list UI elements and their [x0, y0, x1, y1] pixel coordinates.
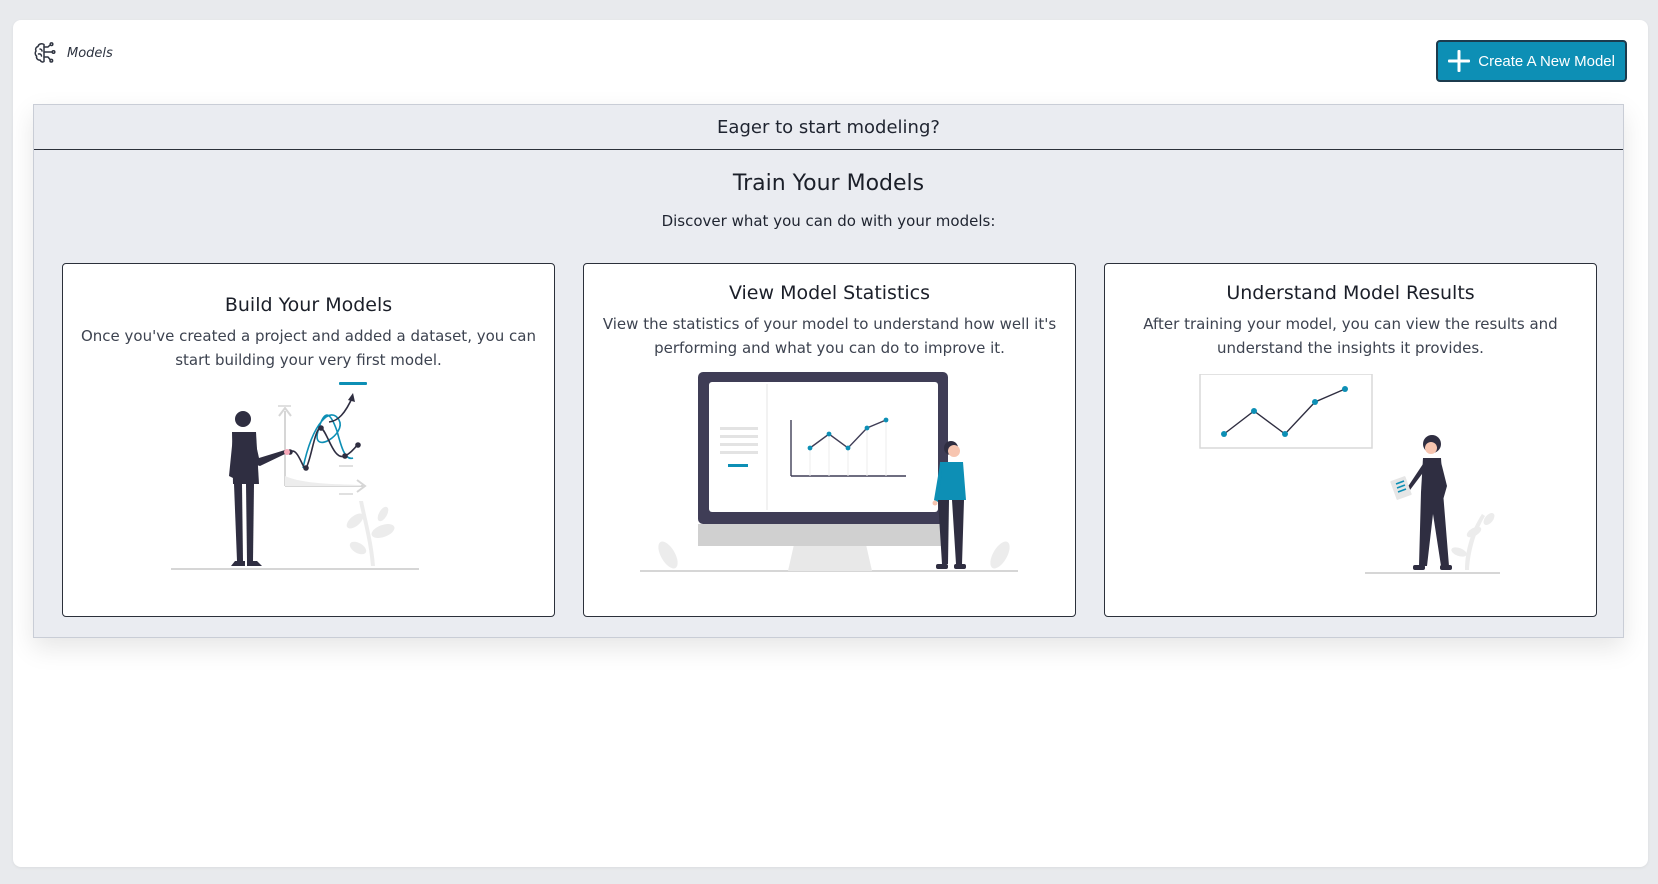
- app-frame: Models Create A New Model Eager to start…: [13, 20, 1648, 867]
- breadcrumb: Models: [33, 41, 113, 65]
- section-title: Train Your Models: [732, 171, 925, 196]
- card-title: Understand Model Results: [1226, 282, 1475, 304]
- section-subtitle: Discover what you can do with your model…: [661, 212, 996, 230]
- getting-started-panel: Eager to start modeling? Train Your Mode…: [33, 104, 1624, 638]
- create-model-label: Create A New Model: [1478, 52, 1615, 70]
- page-header: Models Create A New Model: [13, 20, 1648, 100]
- card-model-statistics: View Model Statistics View the statistic…: [583, 263, 1076, 617]
- breadcrumb-models[interactable]: Models: [67, 46, 113, 61]
- card-description: View the statistics of your model to und…: [602, 315, 1057, 357]
- model-statistics-illustration: [640, 372, 1018, 572]
- build-models-illustration: [171, 382, 419, 570]
- card-model-results: Understand Model Results After training …: [1104, 263, 1597, 617]
- card-title: View Model Statistics: [728, 282, 931, 304]
- card-build-models: Build Your Models Once you've created a …: [62, 263, 555, 617]
- card-description: Once you've created a project and added …: [80, 327, 537, 369]
- card-title: Build Your Models: [224, 294, 393, 316]
- panel-header: Eager to start modeling?: [34, 105, 1623, 150]
- card-description: After training your model, you can view …: [1143, 315, 1558, 357]
- brain-circuit-icon: [33, 41, 57, 65]
- create-model-button[interactable]: Create A New Model: [1436, 40, 1627, 82]
- model-results-illustration: [1199, 374, 1500, 574]
- plus-icon: [1446, 48, 1472, 74]
